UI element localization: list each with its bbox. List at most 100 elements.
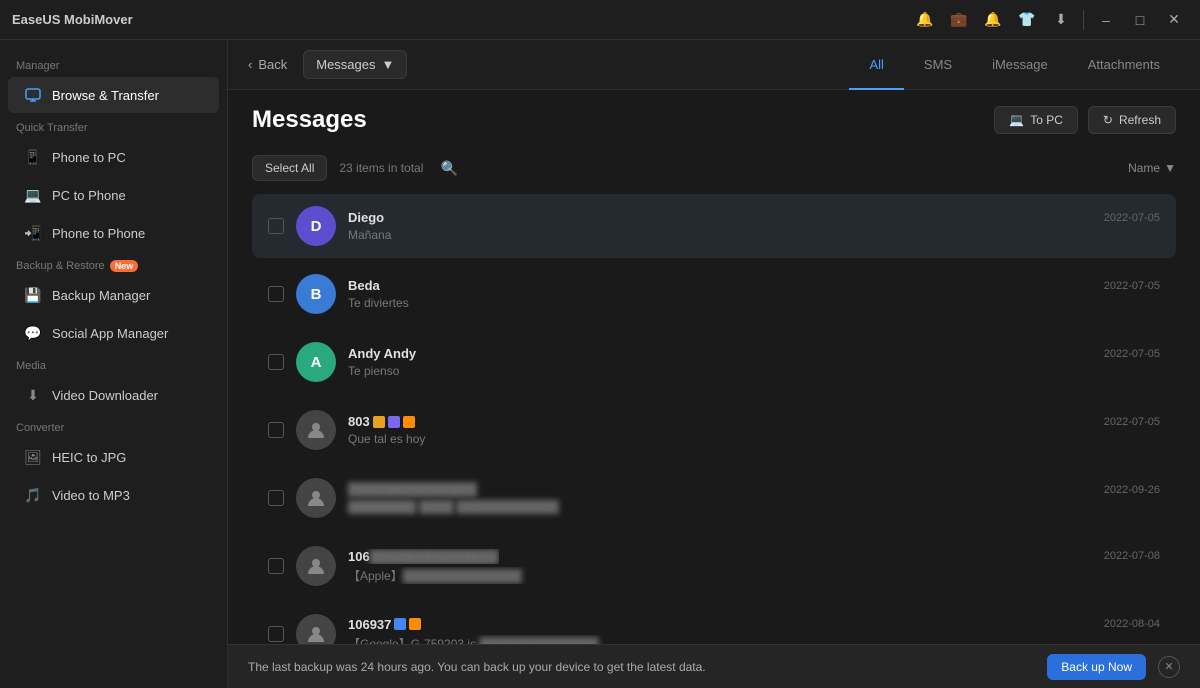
message-checkbox[interactable] <box>268 422 284 438</box>
social-app-manager-icon: 💬 <box>24 324 42 342</box>
message-checkbox[interactable] <box>268 558 284 574</box>
content-area: ‹ Back Messages ▼ All SMS iMessage Attac… <box>228 40 1200 688</box>
back-chevron-icon: ‹ <box>248 57 252 72</box>
message-checkbox[interactable] <box>268 354 284 370</box>
message-preview: Mañana <box>348 228 1160 242</box>
sort-button[interactable]: Name ▼ <box>1128 161 1176 175</box>
message-name: 106██████████████ <box>348 549 499 564</box>
list-item[interactable]: 106937 2022-08-04 【Google】G-759203 is ██… <box>252 602 1176 644</box>
message-name: Andy Andy <box>348 346 416 361</box>
bell-icon[interactable]: 🔔 <box>979 6 1007 34</box>
bottom-notification-bar: The last backup was 24 hours ago. You ca… <box>228 644 1200 688</box>
message-name: Beda <box>348 278 380 293</box>
message-checkbox[interactable] <box>268 286 284 302</box>
message-preview: Te diviertes <box>348 296 1160 310</box>
sidebar-item-heic-to-jpg[interactable]: 🖼 HEIC to JPG <box>8 439 219 475</box>
to-pc-label: To PC <box>1030 113 1063 127</box>
backup-section-label: Backup & Restore New <box>0 252 227 276</box>
message-preview: 【Google】G-759203 is ██████████████ <box>348 635 1160 645</box>
hanger-icon[interactable]: 👕 <box>1013 6 1041 34</box>
notification-icon[interactable]: 🔔 <box>911 6 939 34</box>
to-pc-button[interactable]: 💻 To PC <box>994 106 1078 134</box>
list-item[interactable]: B Beda 2022-07-05 Te diviertes <box>252 262 1176 326</box>
message-name: Diego <box>348 210 384 225</box>
sidebar-item-pc-to-phone[interactable]: 💻 PC to Phone <box>8 177 219 213</box>
category-dropdown[interactable]: Messages ▼ <box>303 50 407 79</box>
color-block <box>388 416 400 428</box>
refresh-button[interactable]: ↻ Refresh <box>1088 106 1176 134</box>
to-pc-icon: 💻 <box>1009 113 1024 127</box>
converter-section-label: Converter <box>0 414 227 438</box>
tab-attachments[interactable]: Attachments <box>1068 49 1180 80</box>
avatar: B <box>296 274 336 314</box>
back-button[interactable]: ‹ Back <box>248 57 287 72</box>
list-item[interactable]: A Andy Andy 2022-07-05 Te pienso <box>252 330 1176 394</box>
sidebar-label-phone-to-pc: Phone to PC <box>52 150 126 165</box>
backup-now-button[interactable]: Back up Now <box>1047 654 1146 680</box>
backup-message: The last backup was 24 hours ago. You ca… <box>248 660 1035 674</box>
avatar <box>296 546 336 586</box>
list-item[interactable]: ██████████████ 2022-09-26 ████████ ████ … <box>252 466 1176 530</box>
message-content: 106937 2022-08-04 【Google】G-759203 is ██… <box>348 617 1160 645</box>
messages-list: D Diego 2022-07-05 Mañana B Beda 2022-07… <box>228 194 1200 644</box>
messages-header: Messages 💻 To PC ↻ Refresh <box>228 90 1200 146</box>
backup-manager-icon: 💾 <box>24 286 42 304</box>
message-preview: Que tal es hoy <box>348 432 1160 446</box>
sort-chevron-icon: ▼ <box>1164 161 1176 175</box>
sidebar-item-browse-transfer[interactable]: Browse & Transfer <box>8 77 219 113</box>
sidebar-label-backup-manager: Backup Manager <box>52 288 150 303</box>
heic-icon: 🖼 <box>24 448 42 466</box>
sidebar-item-video-to-mp3[interactable]: 🎵 Video to MP3 <box>8 477 219 513</box>
message-name: 106937 <box>348 617 391 632</box>
briefcase-icon[interactable]: 💼 <box>945 6 973 34</box>
message-name-row: 106937 <box>348 617 421 632</box>
avatar: A <box>296 342 336 382</box>
message-checkbox[interactable] <box>268 218 284 234</box>
sort-label: Name <box>1128 161 1160 175</box>
sidebar-item-phone-to-phone[interactable]: 📲 Phone to Phone <box>8 215 219 251</box>
color-block <box>409 618 421 630</box>
media-section-label: Media <box>0 352 227 376</box>
select-all-button[interactable]: Select All <box>252 155 327 181</box>
filter-bar: Select All 23 items in total 🔍 Name ▼ <box>228 146 1200 194</box>
close-notification-button[interactable]: ✕ <box>1158 656 1180 678</box>
message-date: 2022-07-05 <box>1104 348 1160 360</box>
phone-to-phone-icon: 📲 <box>24 224 42 242</box>
close-button[interactable]: ✕ <box>1160 6 1188 34</box>
sidebar-label-video-to-mp3: Video to MP3 <box>52 488 130 503</box>
color-block <box>394 618 406 630</box>
minimize-button[interactable]: – <box>1092 6 1120 34</box>
message-checkbox[interactable] <box>268 490 284 506</box>
tab-imessage[interactable]: iMessage <box>972 49 1068 80</box>
maximize-button[interactable]: □ <box>1126 6 1154 34</box>
sidebar-item-video-downloader[interactable]: ⬇ Video Downloader <box>8 377 219 413</box>
search-button[interactable]: 🔍 <box>435 154 463 182</box>
sidebar-label-pc-to-phone: PC to Phone <box>52 188 126 203</box>
sidebar-item-social-app-manager[interactable]: 💬 Social App Manager <box>8 315 219 351</box>
list-item[interactable]: 803 2022-07-05 Que tal es hoy <box>252 398 1176 462</box>
list-item[interactable]: 106██████████████ 2022-07-08 【Apple】████… <box>252 534 1176 598</box>
sidebar-item-backup-manager[interactable]: 💾 Backup Manager <box>8 277 219 313</box>
message-checkbox[interactable] <box>268 626 284 642</box>
quick-transfer-section-label: Quick Transfer <box>0 114 227 138</box>
refresh-label: Refresh <box>1119 113 1161 127</box>
top-navigation: ‹ Back Messages ▼ All SMS iMessage Attac… <box>228 40 1200 90</box>
message-date: 2022-07-08 <box>1104 550 1160 562</box>
back-label: Back <box>258 57 287 72</box>
sidebar-label-social-app-manager: Social App Manager <box>52 326 168 341</box>
message-content: Diego 2022-07-05 Mañana <box>348 210 1160 242</box>
message-content: 106██████████████ 2022-07-08 【Apple】████… <box>348 549 1160 584</box>
manager-section-label: Manager <box>0 52 227 76</box>
color-block <box>403 416 415 428</box>
video-downloader-icon: ⬇ <box>24 386 42 404</box>
tray-icon[interactable]: ⬇ <box>1047 6 1075 34</box>
main-layout: Manager Browse & Transfer Quick Transfer… <box>0 40 1200 688</box>
list-item[interactable]: D Diego 2022-07-05 Mañana <box>252 194 1176 258</box>
tab-sms[interactable]: SMS <box>904 49 972 80</box>
avatar <box>296 410 336 450</box>
tab-all[interactable]: All <box>849 49 903 80</box>
message-content: 803 2022-07-05 Que tal es hoy <box>348 414 1160 446</box>
message-preview: Te pienso <box>348 364 1160 378</box>
sidebar-item-phone-to-pc[interactable]: 📱 Phone to PC <box>8 139 219 175</box>
browse-transfer-icon <box>24 86 42 104</box>
